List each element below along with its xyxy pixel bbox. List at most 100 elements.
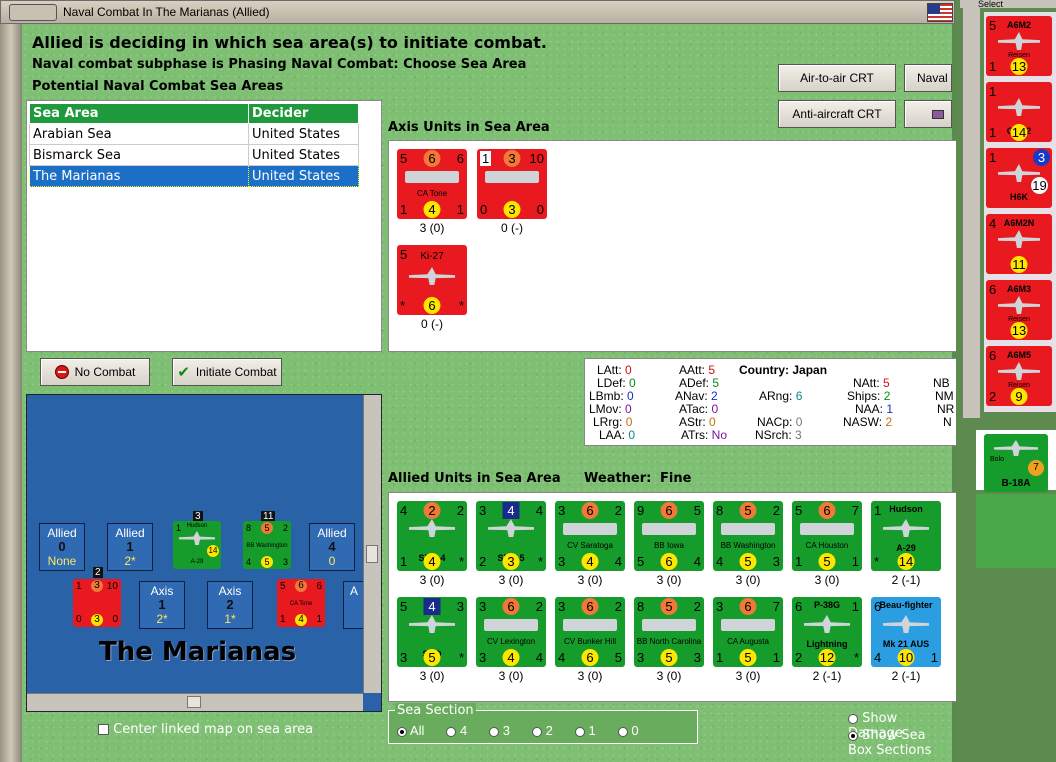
axis-sea-box-partial[interactable]: A — [343, 581, 365, 629]
sea-section-option[interactable]: 2 — [532, 723, 553, 738]
unit-counter-ki-27[interactable]: 5 Ki-27 * 6 * — [397, 245, 467, 315]
checkbox-box[interactable] — [98, 724, 109, 735]
cell-sea-area[interactable]: Arabian Sea — [29, 123, 249, 145]
stat-natt: NAtt: 5 — [853, 376, 890, 390]
table-row-selected[interactable]: The Marianas United States — [29, 165, 359, 187]
allied-units-label: Allied Units in Sea Area — [388, 471, 561, 486]
select-unit-counter[interactable]: 4 A6M2N 11 — [986, 214, 1052, 274]
anti-aircraft-crt-button[interactable]: Anti-aircraft CRT — [778, 100, 896, 128]
air-to-air-crt-button[interactable]: Air-to-air CRT — [778, 64, 896, 92]
sea-area-table: Sea Area Decider Arabian Sea United State… — [29, 103, 359, 187]
unit-counter[interactable]: 421*2SBD-44 — [397, 501, 467, 571]
counter-stat: 8 — [716, 503, 724, 518]
axis-sea-box-1[interactable]: Axis 1 2* — [139, 581, 185, 629]
counter-name: CA Tone — [289, 601, 313, 607]
allied-sea-box-0[interactable]: Allied 0 None — [39, 523, 85, 571]
mini-counter-ca-tone[interactable]: 5 6 6 CA Tone 1 4 1 — [277, 579, 325, 627]
column-header-sea-area[interactable]: Sea Area — [29, 103, 249, 124]
unit-counter-transport[interactable]: 1 3 10 0 3 0 — [477, 149, 547, 219]
no-combat-button[interactable]: No Combat — [40, 358, 150, 386]
unit-counter[interactable]: 533*4SBD5 — [397, 597, 467, 667]
counter-stat: 1 — [400, 202, 408, 217]
unit-counter-ca-tone[interactable]: 5 6 6 CA Tone 1 4 1 — [397, 149, 467, 219]
unit-counter[interactable]: 8 2 4 3 5 BB Washington 5 — [713, 501, 783, 571]
unit-counter[interactable]: 5 7 1 1 6 CA Houston 5 — [792, 501, 862, 571]
unit-counter[interactable]: 1 * Hudson A-29 14 — [871, 501, 941, 571]
unit-counter[interactable]: 9 5 5 4 6 BB Iowa 6 — [634, 501, 704, 571]
counter-stat: 0 — [536, 202, 544, 217]
radio-button[interactable] — [446, 726, 457, 737]
table-row[interactable]: Bismarck Sea United States — [29, 144, 359, 166]
sea-section-option[interactable]: All — [397, 723, 424, 738]
counter-stat: 5 — [400, 599, 408, 614]
counter-stat: 6 — [423, 297, 441, 314]
stat-nacp: NACp: 0 — [757, 415, 803, 429]
allied-sea-box-4[interactable]: Allied 4 0 — [309, 523, 355, 571]
counter-stat: 10 — [529, 151, 544, 166]
cell-decider[interactable]: United States — [248, 144, 359, 166]
select-unit-counter[interactable]: 1 3 H6K 19 — [986, 148, 1052, 208]
select-unit-counter[interactable]: 6 A6M3 Reisen 13 — [986, 280, 1052, 340]
counter-stat: 5 — [637, 554, 645, 569]
center-map-checkbox[interactable]: Center linked map on sea area — [98, 722, 313, 737]
unit-counter[interactable]: 6 1 2 * P-38G Lightning 12 — [792, 597, 862, 667]
show-sea-box-option[interactable]: Show Sea Box Sections — [848, 728, 952, 758]
counter-name: BB Washington — [720, 541, 776, 550]
select-unit-counter[interactable]: 6 A6M5 Reisen 2 9 — [986, 346, 1052, 406]
show-sea-box-label: Show Sea Box Sections — [848, 728, 932, 758]
radio-button[interactable] — [574, 726, 585, 737]
unit-counter[interactable]: 342*4SBD-53 — [476, 501, 546, 571]
plane-icon — [488, 519, 534, 537]
scroll-thumb[interactable] — [366, 545, 378, 563]
cell-decider[interactable]: United States — [248, 165, 359, 187]
sea-section-option[interactable]: 0 — [617, 723, 639, 738]
sea-box-map[interactable]: Allied 0 None Allied 1 2* Allied 4 0 Axis 1 2* A… — [26, 394, 382, 712]
unit-counter[interactable]: 3 2 3 4 6 CV Saratoga 4 — [555, 501, 625, 571]
naval-crt-button[interactable]: Naval CRT — [904, 64, 952, 92]
mini-counter-bb-washington[interactable]: 8 5 2 BB Washington 4 5 3 — [243, 521, 291, 569]
radio-button[interactable] — [489, 726, 500, 737]
select-scrollbar[interactable] — [962, 8, 980, 418]
select-unit-counter[interactable]: 5 A6M2 Reisen 1 13 — [986, 16, 1052, 76]
sea-section-option[interactable]: 3 — [489, 723, 510, 738]
ship-icon — [642, 619, 696, 631]
book-button[interactable] — [904, 100, 952, 128]
stat-truncated: NM — [935, 389, 954, 403]
unit-counter[interactable]: 3 7 1 1 6 CA Augusta 5 — [713, 597, 783, 667]
window-title: Naval Combat In The Marianas (Allied) — [63, 5, 270, 19]
mini-counter-axis-transport[interactable]: 1 3 10 0 3 0 — [73, 579, 121, 627]
sea-section-option[interactable]: 4 — [446, 723, 467, 738]
table-row[interactable]: Arabian Sea United States — [29, 123, 359, 145]
axis-sea-box-2[interactable]: Axis 2 1* — [207, 581, 253, 629]
map-horizontal-scrollbar[interactable] — [27, 693, 363, 711]
unit-counter-b-18a[interactable]: Bolo 7 B-18A — [984, 434, 1048, 492]
radio-button[interactable] — [397, 726, 407, 737]
counter-stat: 6 — [739, 598, 757, 615]
cell-sea-area[interactable]: Bismarck Sea — [29, 144, 249, 166]
unit-counter[interactable]: 6 4 1 Beau-fighter Mk 21 AUS 10 — [871, 597, 941, 667]
window-titlebar: Naval Combat In The Marianas (Allied) — [0, 0, 955, 24]
unit-counter[interactable]: 3 2 4 5 6 CV Bunker Hill 6 — [555, 597, 625, 667]
radio-button[interactable] — [532, 726, 543, 737]
window-menu-button[interactable] — [9, 4, 57, 21]
radio-button[interactable] — [848, 713, 858, 724]
sea-section-option[interactable]: 1 — [574, 723, 596, 738]
allied-sea-box-1[interactable]: Allied 1 2* — [107, 523, 153, 571]
radio-button[interactable] — [848, 730, 858, 741]
cell-decider[interactable]: United States — [248, 123, 359, 145]
stat-aatt: AAtt: 5 — [679, 363, 716, 377]
unit-counter[interactable]: 8 2 3 3 5 BB North Carolina 5 — [634, 597, 704, 667]
counter-stat: 2 — [614, 599, 622, 614]
mini-counter-hudson[interactable]: 1 Hudson 14 A-29 — [173, 521, 221, 569]
select-unit-counter[interactable]: 1G3M2114 — [986, 82, 1052, 142]
cell-sea-area[interactable]: The Marianas — [29, 165, 249, 187]
select-unit-list[interactable]: 5A6M2Reisen1131G3M211413H6K194A6M2N116A6… — [984, 12, 1056, 412]
column-header-decider[interactable]: Decider — [248, 103, 359, 124]
radio-button[interactable] — [617, 726, 628, 737]
unit-counter[interactable]: 3 2 3 4 6 CV Lexington 4 — [476, 597, 546, 667]
map-vertical-scrollbar[interactable] — [363, 395, 381, 693]
scroll-thumb[interactable] — [187, 696, 201, 708]
table-header-row: Sea Area Decider — [29, 103, 359, 124]
initiate-combat-button[interactable]: ✔ Initiate Combat — [172, 358, 282, 386]
counter-stat: 4 — [535, 503, 543, 518]
